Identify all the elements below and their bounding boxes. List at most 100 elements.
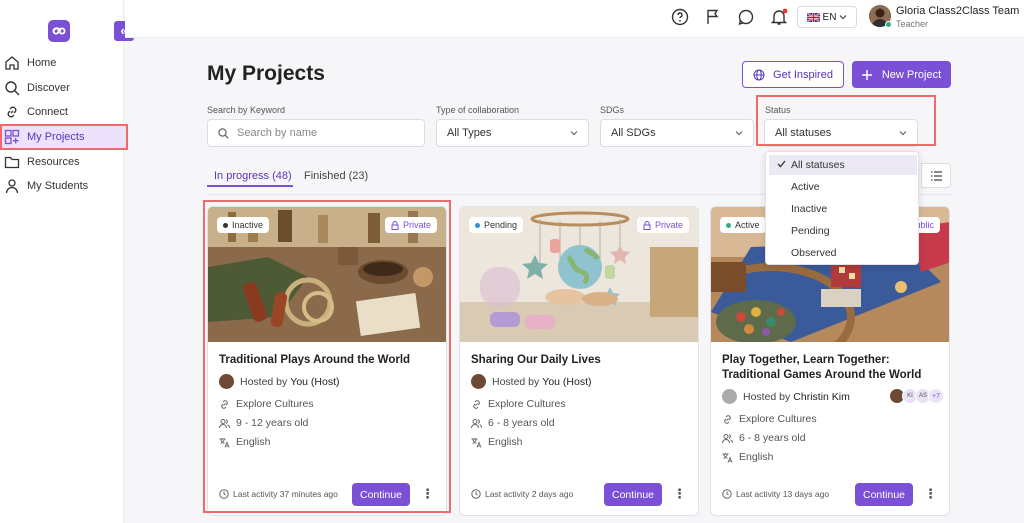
sdg-label: SDGs: [600, 105, 625, 115]
sidebar-item-label: Discover: [27, 82, 70, 94]
sidebar-item-home[interactable]: Home: [4, 52, 124, 74]
status-option-active[interactable]: Active: [769, 177, 917, 197]
collab-value: All Types: [447, 127, 492, 139]
theme-row: Explore Cultures: [722, 413, 817, 425]
status-dropdown-menu: All statuses Active Inactive Pending Obs…: [765, 151, 919, 265]
last-activity: Last activity 2 days ago: [471, 489, 573, 499]
status-option-pending[interactable]: Pending: [769, 221, 917, 241]
sidebar-item-resources[interactable]: Resources: [4, 151, 124, 173]
more-options-icon[interactable]: ⋮: [924, 487, 937, 501]
status-badge: Active: [720, 217, 766, 233]
continue-button[interactable]: Continue: [604, 483, 662, 506]
clock-icon: [471, 489, 481, 499]
language-text: English: [488, 436, 523, 448]
flag-icon[interactable]: [704, 8, 722, 26]
globe-icon: [753, 69, 765, 81]
status-dot: [475, 222, 480, 228]
status-option-label: Active: [791, 181, 820, 193]
language-text: English: [739, 451, 774, 463]
lock-icon: [643, 220, 651, 230]
translate-icon: [722, 452, 733, 463]
search-input[interactable]: Search by name: [207, 119, 425, 147]
language-row: English: [722, 451, 773, 463]
status-text: Active: [735, 220, 760, 230]
list-view-button[interactable]: [921, 163, 951, 188]
sidebar-item-label: Connect: [27, 106, 68, 118]
host-avatar: [722, 389, 737, 404]
status-option-all[interactable]: All statuses: [769, 155, 917, 175]
last-activity-text: Last activity 2 days ago: [485, 489, 574, 499]
card-footer: Last activity 2 days ago Continue ⋮: [471, 483, 687, 506]
sidebar-item-label: Home: [27, 57, 57, 69]
participants-avatars[interactable]: KI AS +7: [889, 388, 944, 404]
collab-label: Type of collaboration: [436, 105, 520, 115]
status-option-observed[interactable]: Observed: [769, 243, 917, 263]
status-option-label: Inactive: [791, 203, 828, 215]
list-icon: [931, 171, 942, 181]
last-activity: Last activity 13 days ago: [722, 489, 829, 499]
chevron-down-icon: [569, 128, 579, 138]
search-icon: [218, 127, 229, 139]
chevron-down-icon: [839, 13, 847, 21]
sidebar-item-discover[interactable]: Discover: [4, 77, 124, 99]
link-icon: [722, 414, 733, 425]
hosted-prefix: Hosted by: [492, 375, 540, 388]
theme-text: Explore Cultures: [488, 398, 566, 410]
theme-text: Explore Cultures: [739, 413, 817, 425]
user-role: Teacher: [896, 19, 929, 29]
sdg-value: All SDGs: [611, 127, 656, 139]
tab-finished[interactable]: Finished (23): [304, 170, 368, 182]
get-inspired-label: Get Inspired: [773, 68, 833, 81]
extra-participants-count: +7: [928, 388, 944, 404]
age-text: 6 - 8 years old: [739, 432, 806, 444]
chat-icon[interactable]: [737, 8, 755, 26]
bell-icon[interactable]: [770, 8, 788, 26]
link-icon: [4, 104, 20, 120]
collab-select[interactable]: All Types: [436, 119, 589, 147]
more-options-icon[interactable]: ⋮: [673, 487, 686, 501]
sidebar-item-label: My Students: [27, 180, 89, 192]
project-title[interactable]: Sharing Our Daily Lives: [471, 353, 691, 368]
continue-button[interactable]: Continue: [855, 483, 913, 506]
project-card[interactable]: Pending Private Sharing Our Daily Lives …: [459, 206, 699, 516]
translate-icon: [471, 437, 482, 448]
chevron-down-icon: [734, 128, 744, 138]
status-highlight-box: [756, 95, 936, 146]
host-row: Hosted by Christin Kim: [722, 389, 850, 404]
new-project-label: New Project: [881, 68, 942, 81]
tab-in-progress[interactable]: In progress (48): [214, 170, 292, 182]
language-selector[interactable]: EN: [797, 6, 857, 28]
language-label: EN: [822, 11, 837, 23]
new-project-button[interactable]: New Project: [852, 61, 951, 88]
status-option-inactive[interactable]: Inactive: [769, 199, 917, 219]
home-icon: [4, 55, 20, 71]
card-footer: Last activity 13 days ago Continue ⋮: [722, 483, 938, 506]
sdg-select[interactable]: All SDGs: [600, 119, 754, 147]
help-icon[interactable]: [671, 8, 689, 26]
status-option-label: Pending: [791, 225, 830, 237]
search-icon: [4, 80, 20, 96]
hosted-prefix: Hosted by: [743, 390, 791, 403]
get-inspired-button[interactable]: Get Inspired: [742, 61, 844, 88]
visibility-text: Private: [654, 220, 683, 230]
host-avatar: [471, 374, 486, 389]
project-title[interactable]: Play Together, Learn Together: Tradition…: [722, 353, 942, 383]
sidebar-item-my-students[interactable]: My Students: [4, 175, 124, 197]
host-row: Hosted by You (Host): [471, 374, 592, 389]
status-dot: [726, 222, 731, 228]
check-icon: [777, 160, 786, 168]
users-icon: [722, 433, 733, 444]
search-placeholder: Search by name: [237, 127, 318, 139]
page-title: My Projects: [207, 62, 325, 85]
clock-icon: [722, 489, 732, 499]
user-name[interactable]: Gloria Class2Class Team: [896, 5, 1021, 17]
card-highlight-box: [203, 200, 451, 513]
sidebar-item-connect[interactable]: Connect: [4, 101, 124, 123]
status-text: Pending: [484, 220, 518, 230]
status-option-label: Observed: [791, 247, 837, 259]
online-status-dot: [885, 21, 892, 28]
app-logo[interactable]: [48, 20, 70, 42]
language-row: English: [471, 436, 522, 448]
visibility-badge: Private: [636, 217, 689, 233]
sidebar-item-my-projects[interactable]: My Projects: [0, 124, 128, 150]
